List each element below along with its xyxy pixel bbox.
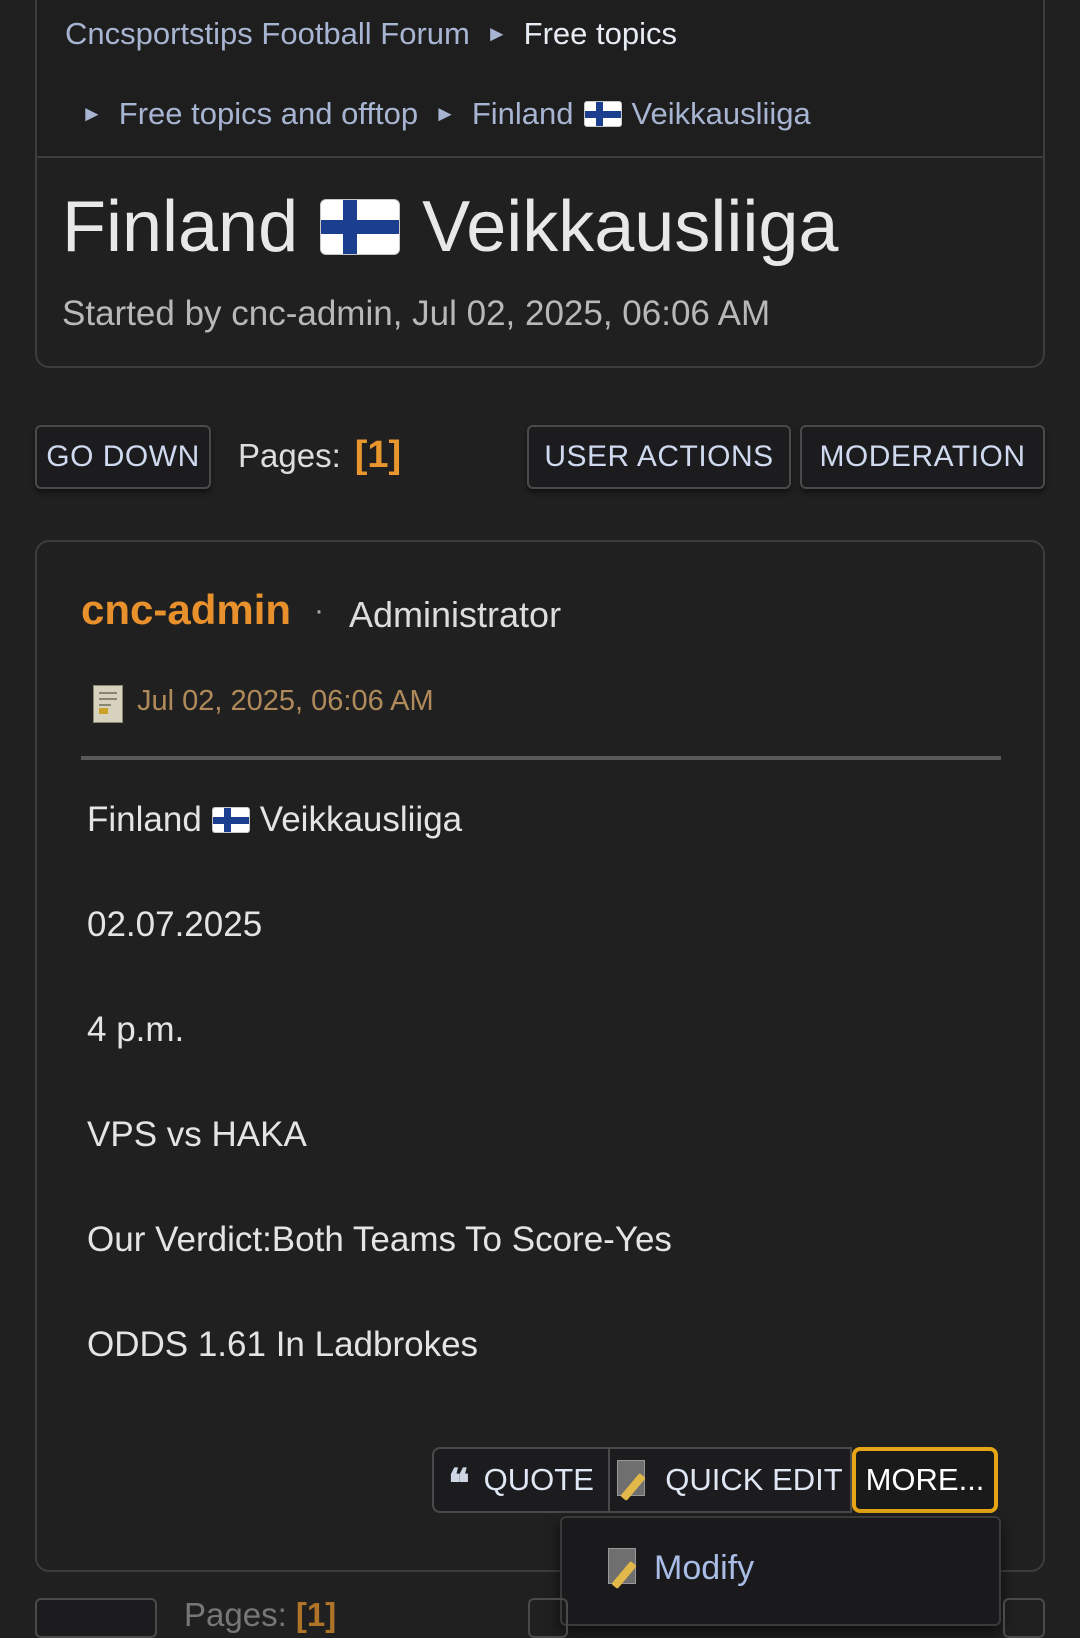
more-menu: Modify: [560, 1516, 1001, 1626]
post-body-time: 4 p.m.: [87, 1010, 185, 1049]
bottom-page-current-link[interactable]: [1]: [296, 1596, 336, 1633]
finland-flag-icon: [583, 101, 622, 127]
menu-item-modify[interactable]: Modify: [608, 1548, 755, 1590]
author-separator: ·: [314, 594, 324, 627]
modify-icon: [608, 1548, 642, 1590]
breadcrumb-separator-icon: ►: [81, 101, 103, 126]
page-current-link[interactable]: [1]: [355, 434, 401, 477]
breadcrumb-separator-icon: ►: [485, 21, 508, 46]
pages-label: Pages:: [238, 436, 341, 474]
post-date-link[interactable]: Jul 02, 2025, 06:06 AM: [137, 685, 434, 718]
body-title-part1: Finland: [87, 800, 202, 839]
page-title: Finland Veikkausliiga: [62, 186, 838, 268]
body-title-part2: Veikkausliiga: [259, 800, 463, 839]
breadcrumb-board-label-part2: Veikkausliiga: [631, 96, 811, 131]
breadcrumb: Cncsportstips Football Forum ► Free topi…: [35, 0, 1045, 158]
breadcrumb-row-2: ► Free topics and offtop ► Finland Veikk…: [81, 96, 811, 132]
post-body-date: 02.07.2025: [87, 905, 263, 944]
quick-edit-label: QUICK EDIT: [665, 1462, 843, 1497]
breadcrumb-board-label-part1: Finland: [471, 96, 574, 131]
more-button[interactable]: MORE...: [852, 1447, 998, 1513]
go-down-button[interactable]: GO DOWN: [35, 425, 211, 489]
pencil-icon: [617, 1460, 651, 1502]
page-title-part1: Finland: [62, 187, 299, 267]
post-body-line: Finland Veikkausliiga: [87, 800, 462, 840]
breadcrumb-free-topics-offtop-link[interactable]: Free topics and offtop: [119, 96, 418, 132]
quote-button[interactable]: ❝ QUOTE: [432, 1447, 610, 1513]
topic-header: Finland Veikkausliiga Started by cnc-adm…: [35, 158, 1045, 368]
breadcrumb-free-topics-link[interactable]: Free topics: [524, 16, 677, 52]
post-card: cnc-admin · Administrator Jul 02, 2025, …: [35, 540, 1045, 1572]
breadcrumb-forum-link[interactable]: Cncsportstips Football Forum: [65, 16, 470, 52]
post-body-match: VPS vs HAKA: [87, 1115, 307, 1154]
breadcrumb-separator-icon: ►: [434, 101, 456, 126]
user-actions-button[interactable]: USER ACTIONS: [527, 425, 791, 489]
bottom-pages-label: Pages:: [184, 1596, 287, 1633]
post-author-link[interactable]: cnc-admin: [81, 586, 291, 634]
document-icon: [93, 685, 123, 723]
topic-started-by: Started by cnc-admin, Jul 02, 2025, 06:0…: [62, 294, 771, 333]
bottom-pagination: Pages: [1]: [184, 1596, 336, 1634]
quote-icon: ❝: [448, 1460, 470, 1507]
post-body-verdict: Our Verdict:Both Teams To Score-Yes: [87, 1220, 672, 1259]
post-actions: ❝ QUOTE QUICK EDIT MORE...: [432, 1447, 1000, 1513]
post-divider: [81, 756, 1001, 760]
go-up-button[interactable]: [35, 1598, 157, 1638]
menu-item-modify-label: Modify: [654, 1548, 755, 1587]
finland-flag-icon: [320, 199, 401, 255]
breadcrumb-row-1: Cncsportstips Football Forum ► Free topi…: [65, 16, 677, 52]
pagination: Pages: [1]: [238, 434, 401, 477]
bottom-user-actions-button[interactable]: [528, 1598, 568, 1638]
author-role: Administrator: [349, 594, 562, 635]
post-body-odds: ODDS 1.61 In Ladbrokes: [87, 1325, 479, 1364]
finland-flag-icon: [211, 807, 250, 833]
page-title-part2: Veikkausliiga: [422, 187, 839, 267]
bottom-moderation-button[interactable]: [1003, 1598, 1045, 1638]
quick-edit-button[interactable]: QUICK EDIT: [610, 1447, 852, 1513]
moderation-button[interactable]: MODERATION: [800, 425, 1045, 489]
breadcrumb-board-link[interactable]: Finland Veikkausliiga: [472, 96, 811, 132]
quote-label: QUOTE: [483, 1462, 594, 1497]
